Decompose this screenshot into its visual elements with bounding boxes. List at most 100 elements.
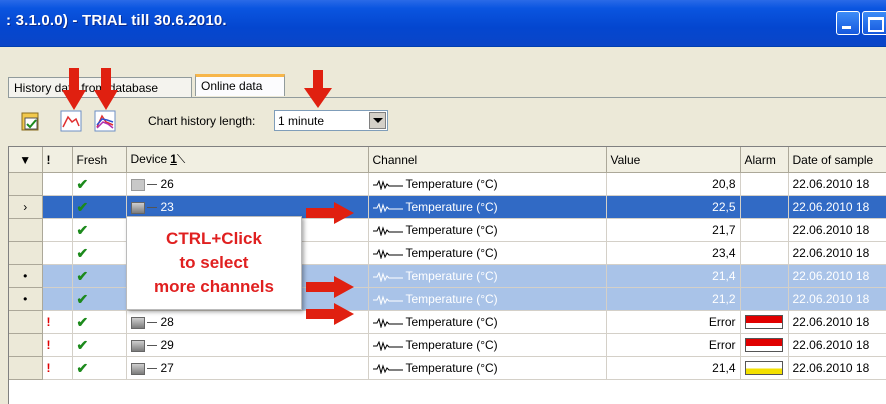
checkmark-icon: ✔ <box>76 221 89 238</box>
warning-cell <box>42 287 73 311</box>
alarm-cell <box>740 287 789 311</box>
chart-history-length-label: Chart history length: <box>148 114 256 128</box>
column-value-header[interactable]: Value <box>606 147 741 173</box>
dash-icon <box>146 368 157 370</box>
column-alarm-header[interactable]: Alarm <box>740 147 789 173</box>
annotation-arrow-right-2 <box>306 276 354 298</box>
warning-cell <box>42 172 73 196</box>
waveform-icon <box>372 223 406 237</box>
table-row[interactable]: ✔ 26 Temperature (°C) 20,8 22.06.2010 18 <box>9 172 886 196</box>
channel-label: Temperature (°C) <box>405 246 498 260</box>
table-row[interactable]: ! ✔ 27 Temperature (°C) 21,4 22.06.2010 18 <box>9 356 886 380</box>
checkmark-icon: ✔ <box>76 267 89 284</box>
date-cell: 22.06.2010 18 <box>788 310 886 334</box>
multi-chart-icon[interactable] <box>94 110 116 132</box>
column-channel-header[interactable]: Channel <box>368 147 607 173</box>
row-marker[interactable] <box>9 310 43 334</box>
fresh-cell: ✔ <box>72 241 127 265</box>
table-row[interactable]: ! ✔ 28 Temperature (°C) Error 22.06.2010 18 <box>9 310 886 334</box>
sort-arrow-icon: ⟍ <box>176 152 186 166</box>
device-header-label: Device <box>130 152 168 166</box>
alarm-cell <box>740 218 789 242</box>
waveform-icon <box>372 338 406 352</box>
fresh-cell: ✔ <box>72 333 127 357</box>
date-cell: 22.06.2010 18 <box>788 287 886 311</box>
waveform-icon <box>372 292 406 306</box>
table-row[interactable]: ! ✔ 29 Temperature (°C) Error 22.06.2010 18 <box>9 333 886 357</box>
column-menu-header[interactable]: ▼ <box>9 147 43 173</box>
fresh-cell: ✔ <box>72 310 127 334</box>
device-cell: 26 <box>126 172 369 196</box>
channel-label: Temperature (°C) <box>405 292 498 306</box>
alarm-indicator <box>744 361 783 376</box>
date-cell: 22.06.2010 18 <box>788 356 886 380</box>
window-title: : 3.1.0.0) - TRIAL till 30.6.2010. <box>6 12 227 29</box>
channel-label: Temperature (°C) <box>405 177 498 191</box>
minimize-button[interactable] <box>836 11 860 35</box>
maximize-button[interactable] <box>862 11 886 35</box>
chart-history-length-select[interactable]: 1 minute <box>274 110 388 131</box>
fresh-cell: ✔ <box>72 264 127 288</box>
checkmark-icon: ✔ <box>76 313 89 330</box>
channel-label: Temperature (°C) <box>405 315 498 329</box>
chart-icon[interactable] <box>60 110 82 132</box>
chart-history-length-value: 1 minute <box>278 114 325 128</box>
value-cell: 21,2 <box>606 287 741 311</box>
warning-cell <box>42 218 73 242</box>
column-warning-header[interactable]: ! <box>42 147 73 173</box>
date-cell: 22.06.2010 18 <box>788 172 886 196</box>
fresh-cell: ✔ <box>72 218 127 242</box>
column-fresh-header[interactable]: Fresh <box>72 147 127 173</box>
device-cell: 27 <box>126 356 369 380</box>
annotation-arrow-right-1 <box>306 202 354 224</box>
device-cell: 29 <box>126 333 369 357</box>
row-marker[interactable]: › <box>9 195 43 219</box>
waveform-icon <box>372 361 406 375</box>
row-marker[interactable]: • <box>9 287 43 311</box>
column-device-header[interactable]: Device 1⟍ <box>126 147 369 173</box>
alarm-cell <box>740 356 789 380</box>
device-id: 27 <box>160 361 174 375</box>
alarm-cell <box>740 333 789 357</box>
fresh-cell: ✔ <box>72 287 127 311</box>
value-cell: 21,7 <box>606 218 741 242</box>
toolbar: Chart history length: 1 minute <box>16 108 886 134</box>
alarm-indicator <box>744 315 783 330</box>
annotation-arrow-down-3 <box>304 70 332 108</box>
value-cell: Error <box>606 333 741 357</box>
column-date-header[interactable]: Date of sample <box>788 147 886 173</box>
value-cell: 20,8 <box>606 172 741 196</box>
row-marker[interactable]: • <box>9 264 43 288</box>
row-marker[interactable] <box>9 241 43 265</box>
tab-divider <box>8 97 886 98</box>
value-cell: 23,4 <box>606 241 741 265</box>
title-bar: : 3.1.0.0) - TRIAL till 30.6.2010. <box>0 0 886 47</box>
warning-cell <box>42 241 73 265</box>
checkmark-icon: ✔ <box>76 290 89 307</box>
alarm-cell <box>740 241 789 265</box>
database-checklist-icon[interactable] <box>20 110 42 132</box>
value-cell: 21,4 <box>606 264 741 288</box>
checkmark-icon: ✔ <box>76 359 89 376</box>
waveform-icon <box>372 315 406 329</box>
value-cell: Error <box>606 310 741 334</box>
dash-icon <box>146 184 157 186</box>
alarm-cell <box>740 264 789 288</box>
waveform-icon <box>372 246 406 260</box>
channel-label: Temperature (°C) <box>405 361 498 375</box>
device-icon <box>130 201 145 214</box>
channel-label: Temperature (°C) <box>405 269 498 283</box>
device-id: 23 <box>160 200 174 214</box>
dash-icon <box>146 207 157 209</box>
channel-cell: Temperature (°C) <box>368 333 607 357</box>
tab-online-data[interactable]: Online data <box>195 74 285 96</box>
row-marker[interactable] <box>9 356 43 380</box>
row-marker[interactable] <box>9 333 43 357</box>
chevron-down-icon[interactable] <box>369 112 386 129</box>
callout-line-2: to select <box>179 253 249 272</box>
row-marker[interactable] <box>9 172 43 196</box>
row-marker[interactable] <box>9 218 43 242</box>
date-cell: 22.06.2010 18 <box>788 218 886 242</box>
checkmark-icon: ✔ <box>76 244 89 261</box>
date-cell: 22.06.2010 18 <box>788 195 886 219</box>
